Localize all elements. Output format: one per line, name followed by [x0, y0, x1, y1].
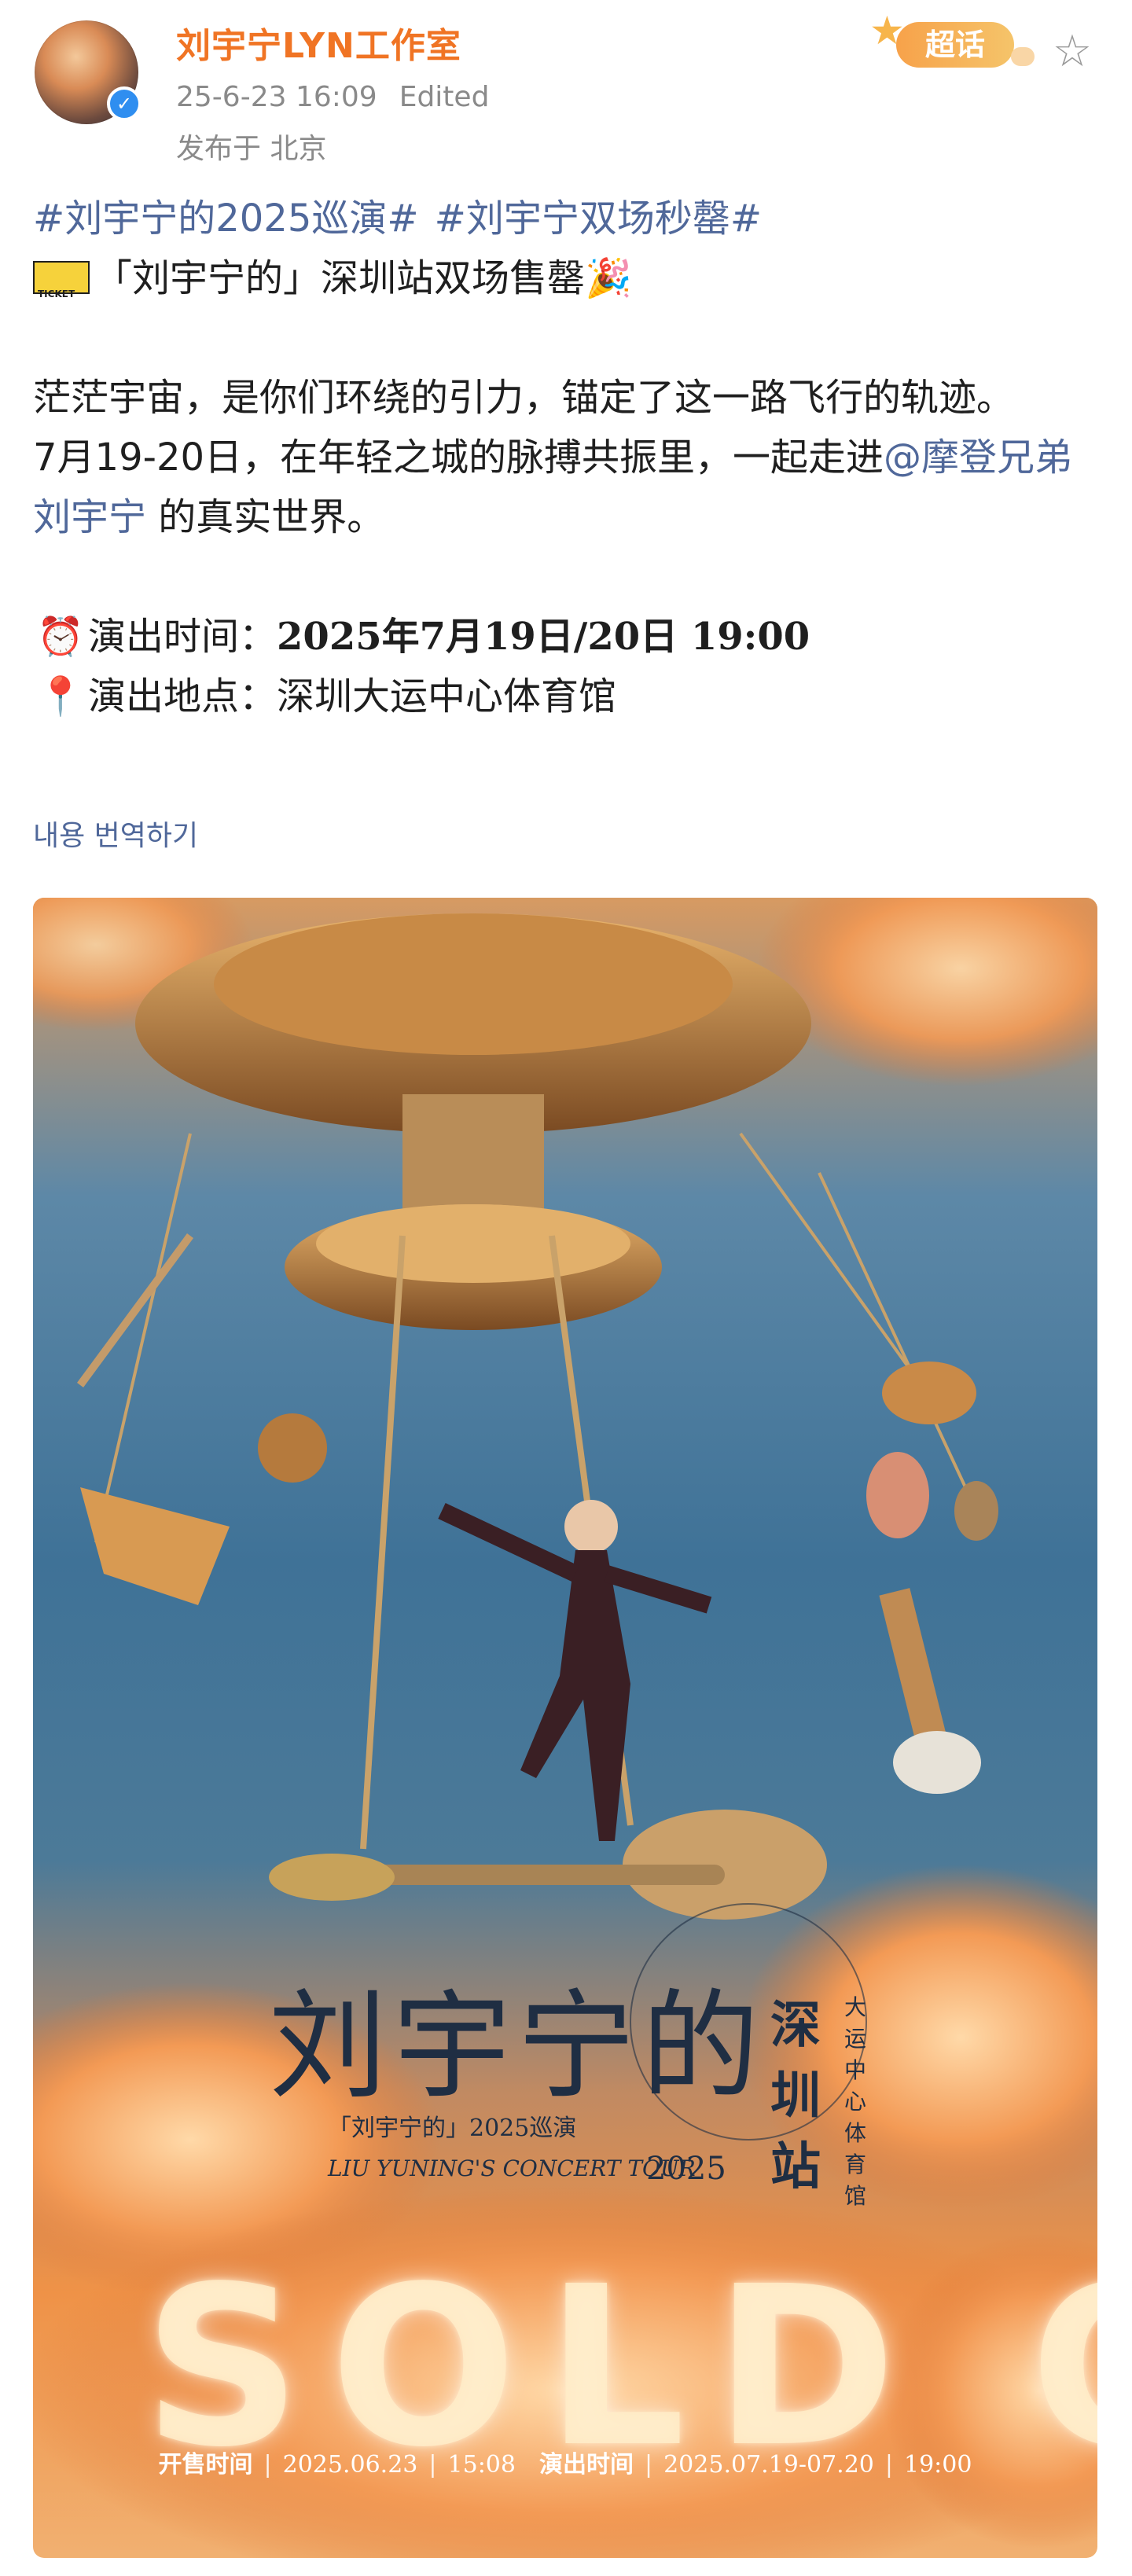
poster-subtitle-cn: 「刘宇宁的」2025巡演 [328, 2115, 577, 2142]
presale-label: 开售时间 [158, 2451, 253, 2479]
poster-venue: 大运中心体育馆 [843, 1994, 866, 2209]
star-outline-icon[interactable]: ☆ [1049, 28, 1096, 75]
chat-bubble-icon [1011, 47, 1035, 66]
poster-subtitle-en: LIU YUNING'S CONCERT TOUR [328, 2155, 696, 2181]
alarm-clock-icon: ⏰ [37, 615, 84, 659]
post-content: #刘宇宁的2025巡演# #刘宇宁双场秒罄# 「刘宇宁的」深圳站双场售罄🎉 茫茫宇… [33, 189, 1102, 726]
show-time-value: 2025年7月19日/20日 19:00 [277, 615, 810, 659]
paragraph-1: 茫茫宇宙，是你们环绕的引力，锚定了这一路飞行的轨迹。 [33, 376, 1015, 420]
party-popper-icon: 🎉 [585, 256, 632, 300]
poster-title: 刘宇宁的 [269, 1979, 766, 2115]
headline-line: 「刘宇宁的」深圳站双场售罄🎉 [33, 248, 1102, 324]
paragraph-2-prefix: 7月19-20日，在年轻之城的脉搏共振里，一起走进 [33, 435, 884, 480]
post-meta: 25-6-23 16:09 Edited [176, 81, 489, 113]
post-timestamp: 25-6-23 16:09 [176, 81, 377, 113]
hashtag-row: #刘宇宁的2025巡演# #刘宇宁双场秒罄# [33, 189, 1102, 248]
sponsor-logos [33, 2503, 1097, 2542]
hashtag-tour[interactable]: #刘宇宁的2025巡演# [33, 197, 419, 241]
show-label: 演出时间 [538, 2451, 634, 2479]
show-place-value: 深圳大运中心体育馆 [277, 674, 617, 718]
supertopic-badge[interactable]: ★ 超话 [865, 8, 1035, 79]
show-time-label: 演出时间： [88, 615, 277, 659]
poster-station: 深圳站 [770, 1996, 821, 2196]
translate-link[interactable]: 내용 번역하기 [33, 813, 198, 854]
post-location: 发布于 北京 [176, 133, 327, 165]
show-time-line: ⏰ 演出时间：2025年7月19日/20日 19:00 [33, 607, 1102, 667]
verified-check-icon: ✓ [107, 86, 142, 121]
edited-label[interactable]: Edited [399, 81, 490, 113]
paragraph-2: 7月19-20日，在年轻之城的脉搏共振里，一起走进@摩登兄弟刘宇宁 的真实世界。 [33, 428, 1102, 547]
ticket-icon [33, 261, 90, 324]
show-place-line: 📍 演出地点：深圳大运中心体育馆 [33, 667, 1102, 726]
post-header: ✓ 刘宇宁LYN工作室 25-6-23 16:09 Edited 发布于 北京 ★… [0, 0, 1132, 177]
paragraph-2-suffix: 的真实世界。 [146, 495, 385, 539]
weibo-post-page: ✓ 刘宇宁LYN工作室 25-6-23 16:09 Edited 发布于 北京 ★… [0, 0, 1132, 2576]
author-name[interactable]: 刘宇宁LYN工作室 [176, 17, 461, 68]
headline-text: 「刘宇宁的」深圳站双场售罄 [94, 256, 586, 300]
poster-year: 2025 [646, 2151, 726, 2187]
show-time: 19:00 [904, 2451, 972, 2479]
show-place-label: 演出地点： [88, 674, 277, 718]
presale-time: 15:08 [447, 2451, 516, 2479]
location-pin-icon: 📍 [37, 674, 84, 718]
poster-info-bar: 开售时间 | 2025.06.23 | 15:08 演出时间 | 2025.07.19-07.… [158, 2451, 972, 2479]
supertopic-label: 超话 [896, 22, 1014, 68]
blank-line-2 [33, 547, 1102, 607]
show-dates: 2025.07.19-07.20 [663, 2451, 874, 2479]
presale-date: 2025.06.23 [282, 2451, 418, 2479]
concert-poster-image[interactable]: 刘宇宁的 「刘宇宁的」2025巡演 LIU YUNING'S CONCERT T… [33, 898, 1097, 2558]
hashtag-soldout[interactable]: #刘宇宁双场秒罄# [435, 197, 762, 241]
